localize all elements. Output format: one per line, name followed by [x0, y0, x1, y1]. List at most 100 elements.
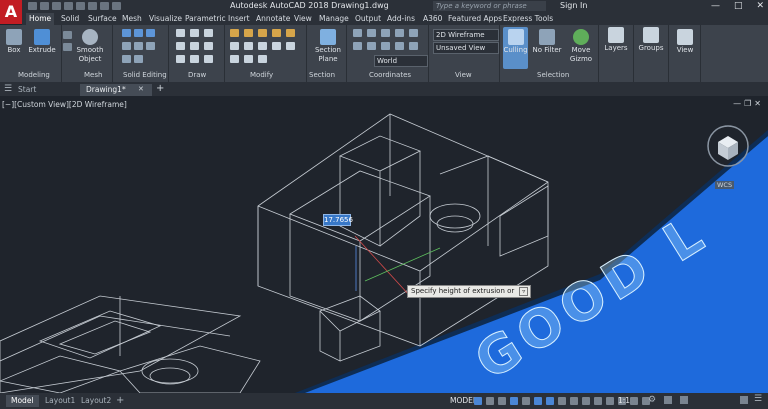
separate-icon[interactable]: [134, 55, 143, 63]
offset-icon[interactable]: [244, 55, 253, 63]
smooth-object-button[interactable]: Smooth Object: [76, 29, 104, 64]
tab-start[interactable]: Start: [12, 84, 42, 96]
extrude-button[interactable]: Extrude: [28, 29, 56, 54]
gizmo-icon[interactable]: [630, 397, 638, 405]
tab-express-tools[interactable]: Express Tools: [500, 13, 556, 25]
tab-home[interactable]: Home: [26, 13, 55, 25]
viewport-close-icon[interactable]: ✕: [754, 99, 764, 108]
save-as-icon[interactable]: [64, 2, 73, 10]
ucs-view-icon[interactable]: [367, 42, 376, 50]
union-icon[interactable]: [122, 29, 131, 37]
sign-in-link[interactable]: Sign In: [560, 1, 587, 10]
dynamic-ucs-icon[interactable]: [606, 397, 614, 405]
ellipse-icon[interactable]: [204, 42, 213, 50]
tab-layout2[interactable]: Layout2: [76, 395, 116, 407]
trim-icon[interactable]: [258, 29, 267, 37]
maximize-icon[interactable]: □: [734, 1, 743, 11]
rectangle-icon[interactable]: [190, 42, 199, 50]
tab-manage[interactable]: Manage: [316, 13, 352, 25]
tab-parametric[interactable]: Parametric: [182, 13, 229, 25]
polar-icon[interactable]: [510, 397, 518, 405]
undo-icon[interactable]: [88, 2, 97, 10]
viewport-minimize-icon[interactable]: —: [733, 99, 744, 108]
tab-output[interactable]: Output: [352, 13, 384, 25]
osnap-tracking-icon[interactable]: [534, 397, 542, 405]
view-button[interactable]: View: [672, 29, 698, 54]
hatch-icon[interactable]: [176, 55, 185, 63]
tab-insert[interactable]: Insert: [225, 13, 253, 25]
ucs-3point-icon[interactable]: [367, 29, 376, 37]
line-icon[interactable]: [176, 29, 185, 37]
prompt-options-icon[interactable]: ▿: [519, 287, 529, 296]
viewport-controls-label[interactable]: [−][Custom View][2D Wireframe]: [2, 100, 127, 109]
tab-layout1[interactable]: Layout1: [40, 395, 80, 407]
search-input[interactable]: Type a keyword or phrase: [433, 1, 546, 11]
menu-icon[interactable]: ☰: [4, 84, 12, 94]
mesh-box-icon[interactable]: [63, 31, 72, 39]
move-icon[interactable]: [230, 29, 239, 37]
model-space-canvas[interactable]: GOOD L: [0, 96, 768, 393]
open-icon[interactable]: [40, 2, 49, 10]
ucs-x-icon[interactable]: [381, 29, 390, 37]
scale-icon[interactable]: [258, 42, 267, 50]
ucs-face-icon[interactable]: [395, 42, 404, 50]
stretch-icon[interactable]: [244, 42, 253, 50]
tab-mesh[interactable]: Mesh: [119, 13, 145, 25]
explode-icon[interactable]: [230, 55, 239, 63]
box-button[interactable]: Box: [3, 29, 25, 54]
3d-osnap-icon[interactable]: [594, 397, 602, 405]
annotation-scale[interactable]: 1:1: [618, 396, 630, 405]
share-icon[interactable]: [112, 2, 121, 10]
close-icon[interactable]: ✕: [756, 1, 764, 11]
customization-icon[interactable]: ☰: [754, 394, 762, 404]
rotate-icon[interactable]: [244, 29, 253, 37]
tab-add-ins[interactable]: Add-ins: [384, 13, 418, 25]
isodraft-icon[interactable]: [522, 397, 530, 405]
grid-icon[interactable]: [474, 397, 482, 405]
viewcube[interactable]: [707, 125, 749, 167]
isolate-objects-icon[interactable]: [664, 396, 672, 404]
ucs-dropdown[interactable]: World: [374, 55, 428, 67]
polygon-icon[interactable]: [190, 55, 199, 63]
close-tab-icon[interactable]: ✕: [138, 85, 144, 93]
subtract-icon[interactable]: [134, 29, 143, 37]
section-plane-button[interactable]: Section Plane: [312, 29, 344, 64]
ucs-y-icon[interactable]: [395, 29, 404, 37]
dynamic-input-field[interactable]: 17.7656: [323, 214, 353, 226]
move-gizmo-button[interactable]: Move Gizmo: [566, 29, 596, 64]
intersect-icon[interactable]: [146, 29, 155, 37]
save-icon[interactable]: [52, 2, 61, 10]
hardware-acceleration-icon[interactable]: [680, 396, 688, 404]
tab-visualize[interactable]: Visualize: [146, 13, 185, 25]
ucs-named-icon[interactable]: [409, 42, 418, 50]
plot-icon[interactable]: [76, 2, 85, 10]
spline-icon[interactable]: [204, 55, 213, 63]
mirror-icon[interactable]: [286, 29, 295, 37]
osnap-icon[interactable]: [546, 397, 554, 405]
fillet-edge-icon[interactable]: [146, 42, 155, 50]
slice-icon[interactable]: [122, 42, 131, 50]
polyline-icon[interactable]: [190, 29, 199, 37]
shell-icon[interactable]: [134, 42, 143, 50]
saved-view-dropdown[interactable]: Unsaved View: [433, 42, 499, 54]
no-filter-button[interactable]: No Filter: [532, 29, 562, 54]
extract-edges-icon[interactable]: [122, 55, 131, 63]
arc-icon[interactable]: [204, 29, 213, 37]
new-layout-icon[interactable]: +: [116, 395, 124, 406]
tab-view[interactable]: View: [291, 13, 315, 25]
wcs-menu[interactable]: WCS: [715, 181, 735, 189]
ucs-icon[interactable]: [353, 29, 362, 37]
tab-a360[interactable]: A360: [420, 13, 445, 25]
ucs-object-icon[interactable]: [381, 42, 390, 50]
lineweight-icon[interactable]: [558, 397, 566, 405]
layers-button[interactable]: Layers: [603, 27, 629, 52]
tab-featured-apps[interactable]: Featured Apps: [445, 13, 505, 25]
new-tab-icon[interactable]: +: [156, 83, 164, 94]
clean-screen-icon[interactable]: [740, 396, 748, 404]
mesh-cylinder-icon[interactable]: [63, 43, 72, 51]
ucs-z-icon[interactable]: [409, 29, 418, 37]
tab-annotate[interactable]: Annotate: [253, 13, 293, 25]
array-icon[interactable]: [272, 42, 281, 50]
workspace-gear-icon[interactable]: ⚙: [648, 395, 656, 405]
copy-icon[interactable]: [272, 29, 281, 37]
